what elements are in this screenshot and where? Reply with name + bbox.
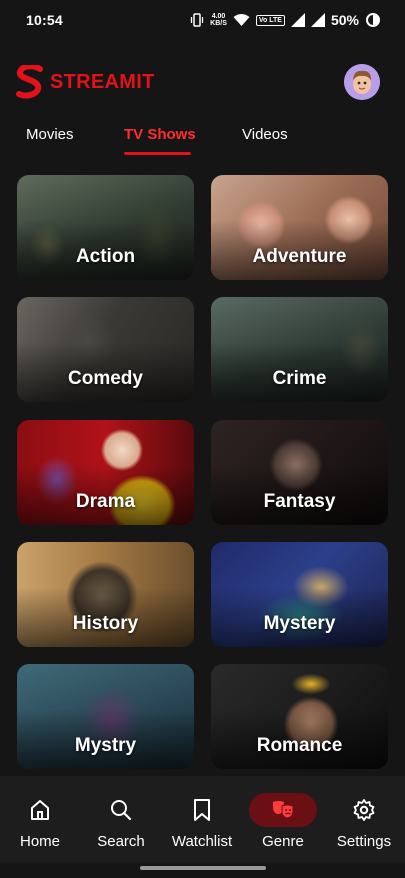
genre-label: Romance — [256, 735, 343, 756]
nav-watchlist[interactable]: Watchlist — [162, 790, 242, 850]
genre-label: Action — [75, 246, 136, 267]
genre-label: Crime — [272, 368, 327, 389]
battery-percent: 50% — [330, 12, 359, 28]
genre-card-mystery[interactable]: Mystery — [211, 542, 388, 647]
net-speed-unit: KB/S — [210, 20, 227, 27]
search-icon — [111, 800, 132, 821]
streamit-logo-icon — [16, 65, 43, 99]
nav-label: Settings — [336, 833, 392, 850]
app-header: STREAMIT — [0, 52, 405, 112]
genre-card-comedy[interactable]: Comedy — [17, 297, 194, 402]
genre-card-romance[interactable]: Romance — [211, 664, 388, 769]
status-bar: 10:54 4.00 KB/S Vo LTE 50% — [0, 0, 405, 40]
tab-videos[interactable]: Videos — [242, 126, 288, 143]
nav-label: Genre — [262, 833, 304, 850]
volte-badge: Vo LTE — [255, 14, 285, 26]
genre-card-fantasy[interactable]: Fantasy — [211, 420, 388, 525]
signal-icon — [290, 13, 305, 27]
genre-label: Comedy — [68, 368, 143, 389]
nav-label: Watchlist — [171, 833, 233, 850]
category-tabs: Movies TV Shows Videos — [0, 118, 405, 158]
status-icons: 4.00 KB/S Vo LTE 50% — [190, 12, 381, 28]
nav-home[interactable]: Home — [0, 790, 80, 850]
genre-card-mystry[interactable]: Mystry — [17, 664, 194, 769]
nav-label: Search — [97, 833, 145, 850]
genre-label: Mystery — [263, 613, 336, 634]
genre-card-crime[interactable]: Crime — [211, 297, 388, 402]
genre-card-drama[interactable]: Drama — [17, 420, 194, 525]
bottom-navigation: Home Search Watchlist Genre Settings — [0, 776, 405, 862]
status-time: 10:54 — [26, 12, 63, 28]
active-tab-indicator — [124, 152, 191, 155]
nav-label: Home — [19, 833, 60, 850]
net-speed-value: 4.00 — [211, 13, 226, 20]
battery-icon — [366, 13, 380, 27]
genre-label: Adventure — [252, 246, 347, 267]
genre-label: Drama — [75, 491, 136, 512]
avatar[interactable] — [344, 64, 380, 100]
home-icon — [31, 800, 49, 820]
tab-movies[interactable]: Movies — [26, 126, 74, 143]
signal-icon-2 — [310, 13, 325, 27]
user-avatar-icon — [344, 64, 380, 100]
bookmark-icon — [194, 799, 210, 821]
genre-grid: Action Adventure Comedy Crime Drama Fant… — [0, 170, 405, 775]
nav-search[interactable]: Search — [81, 790, 161, 850]
genre-card-adventure[interactable]: Adventure — [211, 175, 388, 280]
tab-tv-shows[interactable]: TV Shows — [124, 126, 196, 143]
gear-icon — [353, 799, 375, 821]
genre-label: Mystry — [74, 735, 137, 756]
home-indicator[interactable] — [140, 866, 266, 870]
wifi-icon — [233, 14, 250, 26]
network-speed: 4.00 KB/S — [210, 13, 227, 27]
brand-name: STREAMIT — [50, 70, 155, 93]
genre-card-action[interactable]: Action — [17, 175, 194, 280]
nav-genre[interactable]: Genre — [243, 790, 323, 850]
genre-card-history[interactable]: History — [17, 542, 194, 647]
vibrate-icon — [191, 13, 204, 27]
genre-label: History — [72, 613, 139, 634]
brand-logo[interactable]: STREAMIT — [16, 65, 155, 99]
active-nav-pill — [249, 793, 317, 827]
theater-masks-icon — [273, 801, 294, 819]
nav-settings[interactable]: Settings — [324, 790, 404, 850]
genre-label: Fantasy — [263, 491, 336, 512]
